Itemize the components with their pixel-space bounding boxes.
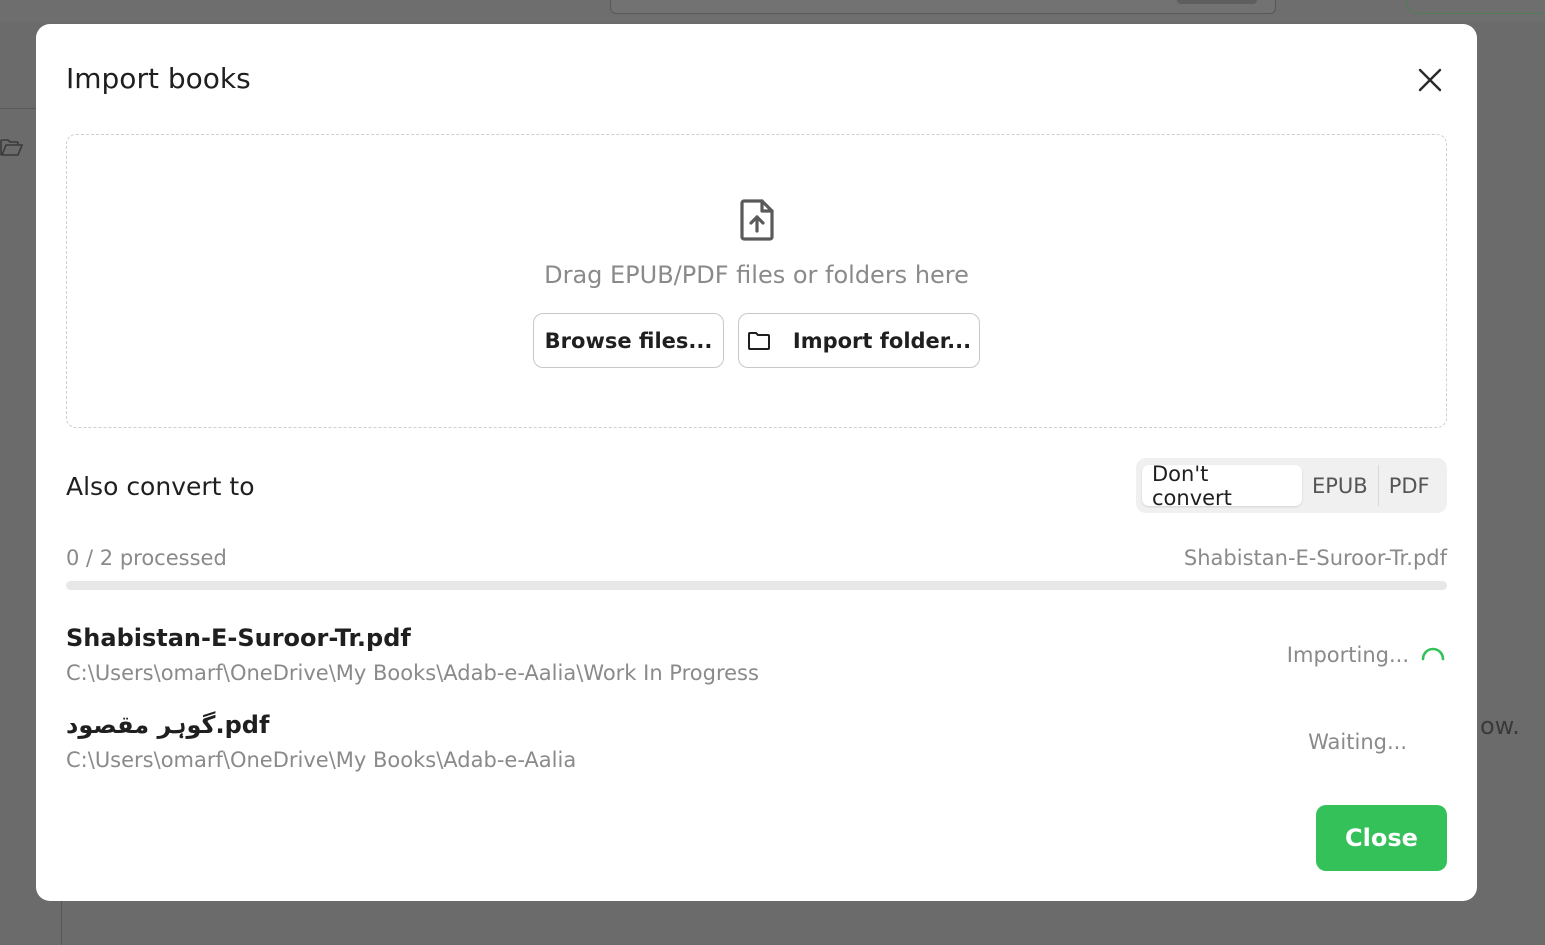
close-button[interactable]: Close [1316,805,1447,871]
file-status: Waiting... [1308,730,1407,754]
file-path: C:\Users\omarf\OneDrive\My Books\Adab-e-… [66,661,759,685]
convert-label: Also convert to [66,472,255,501]
convert-option-epub[interactable]: EPUB [1302,465,1378,506]
file-path: C:\Users\omarf\OneDrive\My Books\Adab-e-… [66,748,577,772]
import-progress-bar [66,581,1447,590]
convert-option-pdf[interactable]: PDF [1377,465,1440,506]
background-divider [0,108,36,109]
file-name: Shabistan-E-Suroor-Tr.pdf [66,624,411,652]
file-name: گوہر مقصود.pdf [66,711,270,739]
dialog-title: Import books [66,62,251,95]
import-folder-button[interactable]: Import folder... [738,313,980,368]
browse-files-button[interactable]: Browse files... [533,313,724,368]
spinner-icon [1421,647,1445,661]
background-divider-vertical [61,901,62,945]
close-icon [1418,68,1442,92]
file-upload-icon [740,199,774,241]
list-item: گوہر مقصود.pdf C:\Users\omarf\OneDrive\M… [66,711,1447,781]
dropzone-hint: Drag EPUB/PDF files or folders here [544,261,969,289]
current-file-name: Shabistan-E-Suroor-Tr.pdf [1183,546,1447,570]
background-folder-icon [0,136,24,158]
list-item: Shabistan-E-Suroor-Tr.pdf C:\Users\omarf… [66,624,1447,694]
file-status: Importing... [1286,643,1409,667]
background-pill-button [1406,0,1545,14]
folder-icon [747,331,770,350]
file-dropzone[interactable]: Drag EPUB/PDF files or folders here Brow… [66,134,1447,428]
import-folder-label: Import folder... [792,328,972,353]
background-partial-text: ow. [1480,712,1520,740]
import-books-dialog: Import books Drag EPUB/PDF files or fold… [36,24,1477,901]
convert-option-none[interactable]: Don't convert [1142,462,1302,510]
convert-format-selector: Don't convert EPUB PDF [1136,458,1447,513]
close-dialog-button[interactable] [1412,62,1448,98]
processed-count: 0 / 2 processed [66,546,227,570]
browse-files-label: Browse files... [544,328,713,353]
background-input-chip [1177,0,1257,4]
background-search-input [610,0,1276,14]
